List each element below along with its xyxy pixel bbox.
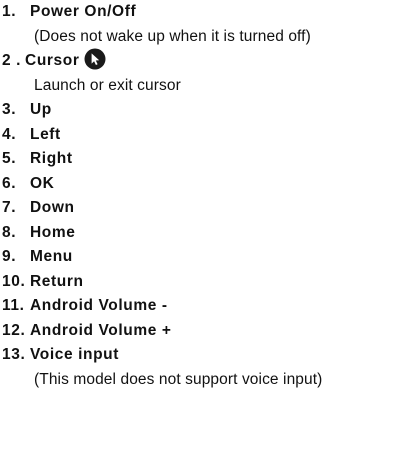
item-number: 11. (2, 297, 25, 314)
list-item-volume-down: 11. Android Volume - (2, 294, 413, 319)
list-item-volume-up: 12. Android Volume + (2, 319, 413, 344)
item-label: Android Volume + (30, 321, 172, 339)
item-number: 4. (2, 125, 17, 143)
list-item-menu: 9. Menu (2, 245, 413, 270)
item-number: 12. (2, 321, 26, 339)
list-item-left: 4. Left (2, 123, 413, 148)
item-number: 3. (2, 101, 17, 118)
item-label: Right (30, 150, 73, 167)
item-number: 9. (2, 248, 17, 265)
item-label: Return (30, 272, 84, 290)
item-label: Cursor (25, 52, 80, 69)
cursor-arrow-icon (84, 48, 106, 70)
list-item-voice-input: 13. Voice input (This model does not supp… (2, 343, 413, 392)
item-label: Up (30, 101, 52, 118)
item-label: Android Volume - (30, 297, 168, 314)
item-label: Home (30, 223, 76, 241)
item-number: 10. (2, 272, 26, 290)
list-item-power: 1. Power On/Off (Does not wake up when it… (2, 0, 413, 49)
list-item-right: 5. Right (2, 147, 413, 172)
list-item-down: 7. Down (2, 196, 413, 221)
item-number: 1. (2, 3, 17, 20)
item-label: Left (30, 125, 61, 143)
item-label: Menu (30, 248, 73, 265)
item-note: (Does not wake up when it is turned off) (34, 27, 311, 45)
list-item-up: 3. Up (2, 98, 413, 123)
item-number: 2 . (2, 52, 22, 69)
item-note: (This model does not support voice input… (34, 370, 323, 388)
button-legend-list: 1. Power On/Off (Does not wake up when it… (2, 0, 413, 392)
list-item-return: 10. Return (2, 270, 413, 295)
item-label: Down (30, 199, 75, 216)
item-number: 8. (2, 223, 17, 241)
item-number: 5. (2, 150, 17, 167)
item-label: Power On/Off (30, 3, 137, 20)
list-item-home: 8. Home (2, 221, 413, 246)
item-number: 13. (2, 346, 26, 363)
item-note: Launch or exit cursor (34, 76, 181, 94)
list-item-cursor: 2 . Cursor Launch or exit cursor (2, 48, 413, 98)
item-label: Voice input (30, 346, 119, 363)
item-label: OK (30, 174, 55, 192)
item-number: 7. (2, 199, 17, 216)
item-number: 6. (2, 174, 17, 192)
list-item-ok: 6. OK (2, 172, 413, 197)
